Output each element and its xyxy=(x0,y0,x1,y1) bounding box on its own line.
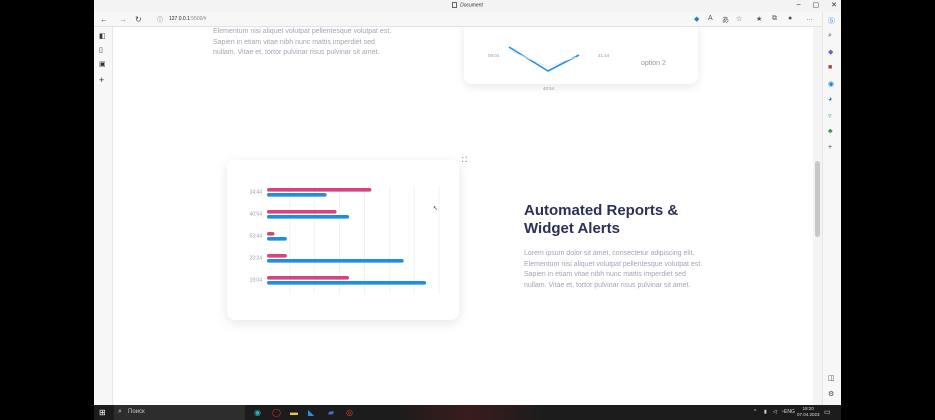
settings-gear-icon[interactable]: ⚙ xyxy=(828,390,834,398)
minimize-button[interactable]: – xyxy=(797,1,801,9)
bar-chart: 34:44 40:54 53:44 23:24 19:04 xyxy=(249,186,440,294)
clock-date: 07.04.2023 xyxy=(797,412,820,417)
tree-icon[interactable]: ♣ xyxy=(828,128,833,135)
collections-icon[interactable]: ⧉ xyxy=(772,15,777,23)
paragraph-line: Sapien in etiam vitae nibh nunc mattis i… xyxy=(213,38,375,46)
tab-actions-icon[interactable]: ◧ xyxy=(99,32,106,40)
chart-tick-label: 53:44 xyxy=(249,234,262,240)
app-taskbar-icon[interactable]: ▰ xyxy=(328,408,334,417)
shopping-icon[interactable]: ◆ xyxy=(828,48,833,56)
microsoft365-icon[interactable]: ◕ xyxy=(828,96,832,103)
expand-icon[interactable]: ⛶ xyxy=(462,157,467,165)
paragraph-line: Elementum nisi aliquet volutpat pellente… xyxy=(524,260,703,268)
favorite-icon[interactable]: ☆ xyxy=(736,15,742,23)
feature-title-line: Automated Reports & xyxy=(524,202,679,219)
paragraph-line: nullam. Vitae et, tortor pulvinar risus … xyxy=(524,281,691,289)
active-tab-icon[interactable]: ▣ xyxy=(99,60,106,68)
read-aloud-icon[interactable]: A xyxy=(708,15,713,22)
new-tab-icon[interactable]: + xyxy=(99,75,104,85)
feature-paragraph: Lorem ipsum dolor sit amet, consectetur … xyxy=(524,249,714,291)
top-chart-line xyxy=(508,46,580,72)
page-content: Elementum nisi aliquet volutpat pellente… xyxy=(113,27,813,405)
chart-bar xyxy=(267,259,404,263)
taskbar-search-box[interactable]: ⌕ Поиск xyxy=(114,405,245,420)
close-button[interactable]: ✕ xyxy=(831,1,837,9)
paragraph-line: Elementum nisi aliquet volutpat pellente… xyxy=(213,28,392,35)
translate-icon[interactable]: あ xyxy=(722,15,729,25)
battery-icon[interactable]: ▮ xyxy=(764,409,767,415)
search-icon: ⌕ xyxy=(118,408,122,415)
vscode-taskbar-icon[interactable]: ◣ xyxy=(308,408,314,417)
edge-sidebar: ⓑ ⌕ ◆ ■ ◉ ◕ ▿ ♣ + ◫ ⚙ xyxy=(822,12,841,405)
page-scrollbar[interactable] xyxy=(813,27,822,405)
paragraph-line: nullam. Vitae et, tortor pulvinar risus … xyxy=(213,49,380,56)
mouse-cursor-icon: ↖ xyxy=(433,206,439,212)
back-button[interactable]: ← xyxy=(100,15,108,24)
url-host: 127.0.0.1 xyxy=(169,16,190,22)
desktop-screen: Document – ▢ ✕ ← → ↻ ⓘ 127.0.0.1:5500/# … xyxy=(0,0,935,420)
feature-title: Automated Reports & Widget Alerts xyxy=(524,202,724,238)
edge-taskbar-icon[interactable]: ◉ xyxy=(254,408,261,417)
chart-bar xyxy=(267,237,287,241)
extension-icon[interactable]: ◆ xyxy=(694,15,699,23)
favorites-bar-icon[interactable]: ★ xyxy=(756,15,762,23)
chart-bar xyxy=(267,188,372,192)
notifications-icon[interactable]: ▭ xyxy=(824,408,831,416)
profile-avatar-icon[interactable]: ● xyxy=(788,15,792,22)
chart-tick-label: 23:24 xyxy=(249,256,262,262)
top-chart-card: 09:04 21:44 40:54 option 2 xyxy=(464,27,698,91)
language-indicator[interactable]: ENG xyxy=(784,409,795,415)
paragraph-line: Sapien in etiam vitae nibh nunc mattis i… xyxy=(524,271,686,278)
legend-option-label: option 2 xyxy=(641,60,666,67)
sidebar-layout-icon[interactable]: ◫ xyxy=(828,374,835,382)
top-chart-label: 21:44 xyxy=(598,53,610,58)
chart-bar xyxy=(267,254,287,258)
add-sidebar-icon[interactable]: + xyxy=(828,144,832,151)
more-menu-button[interactable]: … xyxy=(806,15,813,22)
volume-icon[interactable]: ◁ xyxy=(773,409,777,415)
taskbar-search-placeholder: Поиск xyxy=(128,409,145,415)
url-port: :5500/# xyxy=(189,16,207,22)
chart-tick-label: 19:04 xyxy=(249,278,262,284)
chart-bar xyxy=(267,281,427,285)
paragraph-line: Lorem ipsum dolor sit amet, consectetur … xyxy=(524,250,695,257)
site-info-icon[interactable]: ⓘ xyxy=(157,15,163,24)
chart-bar xyxy=(267,210,337,214)
reload-button[interactable]: ↻ xyxy=(135,15,142,24)
vertical-tabs-bar: ◧ ▯ ▣ + xyxy=(94,27,113,405)
bar-chart-card: 34:44 40:54 53:44 23:24 19:04 xyxy=(227,160,459,320)
chart-tick-label: 34:44 xyxy=(249,190,262,196)
tools-icon[interactable]: ■ xyxy=(828,64,832,71)
taskbar-clock[interactable]: 18:20 07.04.2023 xyxy=(797,406,820,418)
top-chart-label: 09:04 xyxy=(488,53,500,58)
browser-toolbar: ← → ↻ ⓘ 127.0.0.1:5500/# ◆ A あ ☆ ★ ⧉ ● … xyxy=(94,12,841,27)
opera-taskbar-icon[interactable]: ◯ xyxy=(272,408,281,417)
scrollbar-thumb[interactable] xyxy=(815,161,820,237)
search-icon[interactable]: ⌕ xyxy=(828,32,832,40)
windows-taskbar: ⊞ ⌕ Поиск ◉ ◯ ▬ ◣ ▰ ◎ ^ ▮ ◁ ◔ ENG 18:20 … xyxy=(94,405,841,420)
browser-titlebar: Document – ▢ ✕ xyxy=(94,0,841,12)
drop-icon[interactable]: ▿ xyxy=(828,112,832,120)
maximize-button[interactable]: ▢ xyxy=(813,1,820,9)
chart-bar xyxy=(267,215,350,219)
window-title: Document xyxy=(460,2,483,9)
games-icon[interactable]: ◉ xyxy=(828,80,834,88)
windows-start-icon[interactable]: ⊞ xyxy=(99,408,106,417)
tray-expand-icon[interactable]: ^ xyxy=(754,409,756,415)
top-chart-label: 40:54 xyxy=(543,86,555,91)
address-bar[interactable]: ⓘ 127.0.0.1:5500/# xyxy=(154,14,684,25)
chrome-taskbar-icon[interactable]: ◎ xyxy=(346,408,353,417)
chart-bar xyxy=(267,276,350,280)
feature-title-line: Widget Alerts xyxy=(524,220,620,237)
file-explorer-taskbar-icon[interactable]: ▬ xyxy=(290,408,298,417)
document-icon xyxy=(452,2,458,8)
top-paragraph: Elementum nisi aliquet volutpat pellente… xyxy=(213,27,403,59)
tab-icon[interactable]: ▯ xyxy=(99,46,103,54)
forward-button[interactable]: → xyxy=(119,15,127,24)
chart-bar xyxy=(267,193,327,197)
chart-bar xyxy=(267,232,275,236)
bing-icon[interactable]: ⓑ xyxy=(828,16,835,26)
chart-tick-label: 40:54 xyxy=(249,212,262,218)
